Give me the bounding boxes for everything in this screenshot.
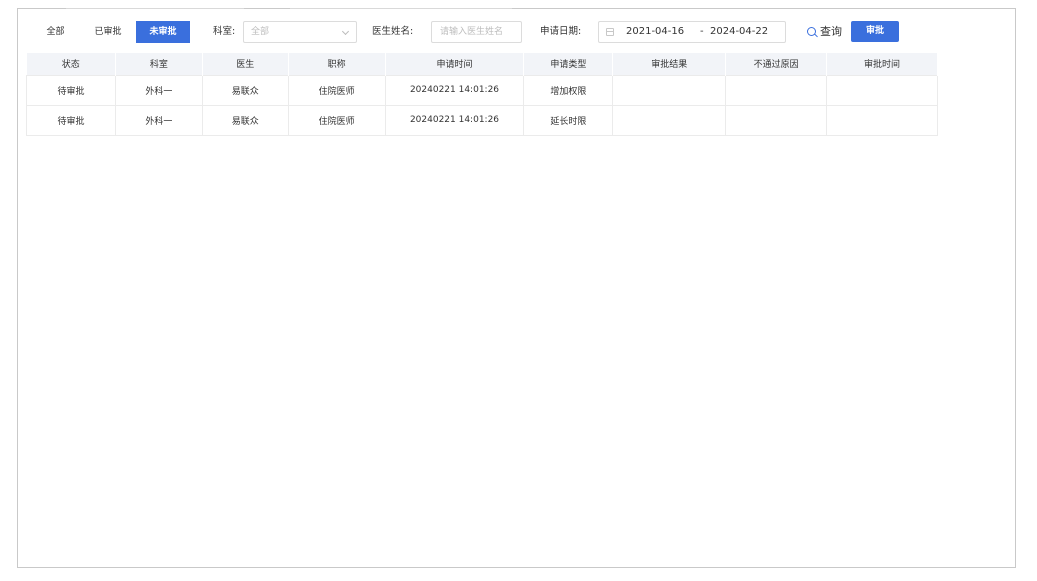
doctor-name-input[interactable]: 请输入医生姓名	[431, 21, 522, 43]
query-label: 查询	[820, 25, 842, 38]
doctor-name-label: 医生姓名:	[372, 26, 414, 37]
table-row[interactable]: 待审批 外科一 易联众 住院医师 20240221 14:01:26 延长时限	[26, 104, 938, 136]
date-end[interactable]: 2024-04-22	[710, 22, 768, 42]
tab-approved[interactable]: 已审批	[80, 21, 136, 43]
cell-status: 待审批	[26, 104, 116, 136]
tab-all[interactable]: 全部	[31, 21, 80, 43]
approval-table: 状态 科室 医生 职称 申请时间 申请类型 审批结果 不通过原因 审批时间 待审…	[26, 53, 938, 136]
col-header-apply-time: 申请时间	[385, 53, 525, 75]
col-header-title: 职称	[288, 53, 386, 75]
cell-reject-reason	[725, 104, 828, 136]
date-start[interactable]: 2021-04-16	[626, 22, 684, 42]
col-header-approve-time: 审批时间	[826, 53, 938, 75]
date-separator: -	[700, 26, 704, 37]
department-select[interactable]: 全部	[243, 21, 357, 43]
cell-approve-time	[826, 104, 938, 136]
cell-apply-type: 增加权限	[523, 74, 614, 105]
date-range-picker[interactable]: 2021-04-16 - 2024-04-22	[598, 21, 786, 43]
cell-result	[612, 74, 727, 105]
cell-status: 待审批	[26, 74, 116, 105]
col-header-apply-type: 申请类型	[523, 53, 614, 75]
chevron-down-icon	[341, 27, 350, 36]
cell-doctor: 易联众	[202, 74, 289, 105]
apply-date-label: 申请日期:	[540, 26, 582, 37]
cell-approve-time	[826, 74, 938, 105]
col-header-doctor: 医生	[202, 53, 289, 75]
divider	[66, 8, 244, 9]
cell-apply-time: 20240221 14:01:26	[385, 74, 525, 105]
approve-button[interactable]: 审批	[851, 21, 899, 42]
cell-doctor: 易联众	[202, 104, 289, 136]
query-button[interactable]: 查询	[807, 21, 842, 43]
filter-toolbar: 全部 已审批 未审批 科室: 全部 医生姓名: 请输入医生姓名 申请日期: 20…	[17, 14, 1016, 46]
cell-title: 住院医师	[288, 74, 386, 105]
col-header-department: 科室	[115, 53, 203, 75]
table-row[interactable]: 待审批 外科一 易联众 住院医师 20240221 14:01:26 增加权限	[26, 74, 938, 105]
cell-title: 住院医师	[288, 104, 386, 136]
divider	[290, 8, 512, 9]
col-header-status: 状态	[26, 53, 116, 75]
cell-department: 外科一	[115, 74, 203, 105]
cell-department: 外科一	[115, 104, 203, 136]
calendar-icon	[606, 28, 614, 36]
cell-apply-type: 延长时限	[523, 104, 614, 136]
cell-reject-reason	[725, 74, 828, 105]
cell-result	[612, 104, 727, 136]
status-tabs: 全部 已审批 未审批	[31, 21, 190, 43]
table-header-row: 状态 科室 医生 职称 申请时间 申请类型 审批结果 不通过原因 审批时间	[26, 53, 938, 75]
col-header-reject-reason: 不通过原因	[725, 53, 828, 75]
col-header-result: 审批结果	[612, 53, 727, 75]
department-label: 科室:	[213, 26, 236, 37]
tab-pending[interactable]: 未审批	[136, 21, 190, 43]
department-value: 全部	[251, 27, 270, 37]
search-icon	[807, 26, 818, 38]
cell-apply-time: 20240221 14:01:26	[385, 104, 525, 136]
